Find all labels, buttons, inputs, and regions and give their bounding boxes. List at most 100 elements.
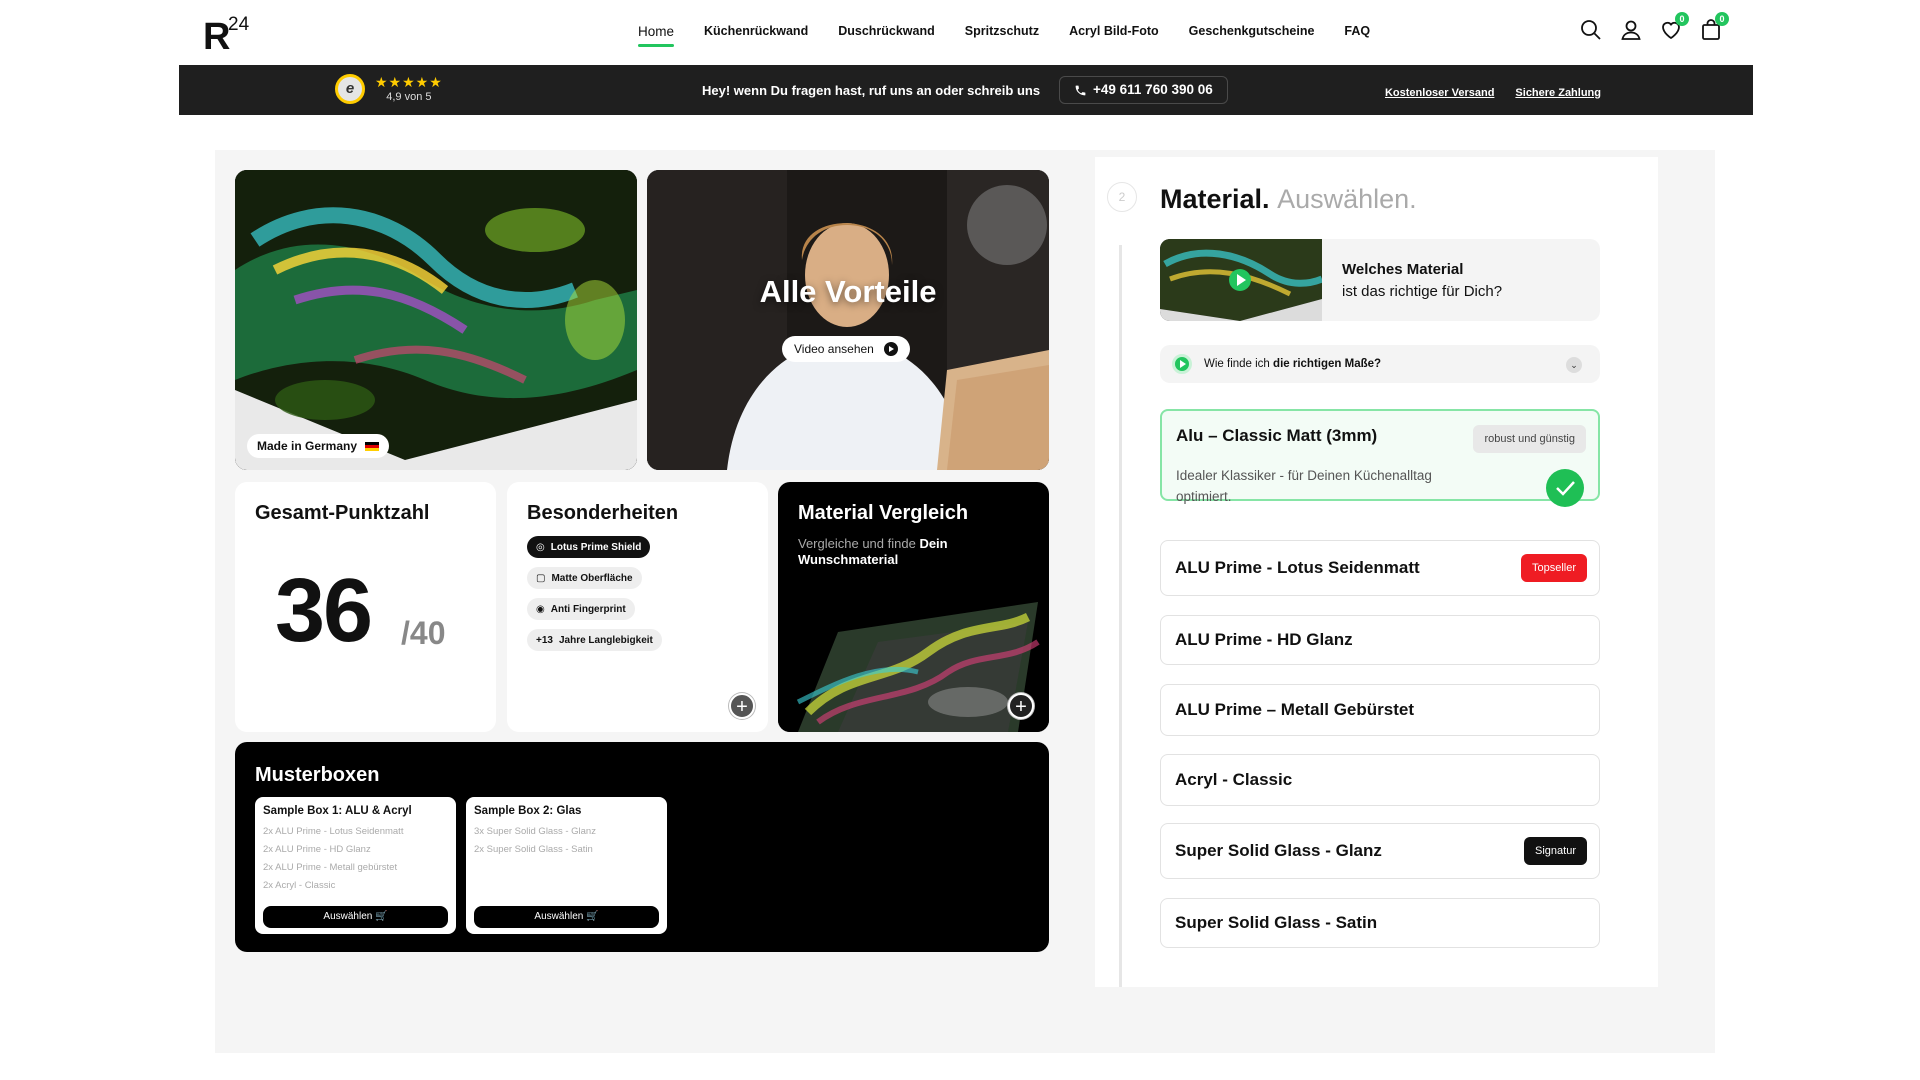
header-icons: 0 0 — [1579, 12, 1729, 42]
video-ansehen-button[interactable]: Video ansehen — [782, 336, 910, 362]
material-option-name: Super Solid Glass - Glanz — [1175, 841, 1382, 860]
nav-duschrueckwand[interactable]: Duschrückwand — [823, 18, 950, 47]
topseller-badge: Topseller — [1520, 554, 1587, 582]
link-kostenloser-versand[interactable]: Kostenloser Versand — [1385, 87, 1494, 99]
main-nav: Home Küchenrückwand Duschrückwand Spritz… — [623, 18, 1385, 47]
rating-text: 4,9 von 5 — [386, 91, 432, 103]
dimensions-help-accordion[interactable]: Wie finde ich die richtigen Maße? ⌄ — [1160, 345, 1600, 383]
material-help-video-card[interactable]: Welches Material ist das richtige für Di… — [1160, 239, 1600, 321]
material-option-description: Idealer Klassiker - für Deinen Küchenall… — [1176, 468, 1432, 504]
chameleon-glass-panel-image — [235, 170, 637, 470]
nav-geschenkgutscheine[interactable]: Geschenkgutscheine — [1174, 18, 1330, 47]
expand-comparison-button[interactable]: + — [1008, 693, 1034, 719]
material-video-thumbnail — [1160, 239, 1322, 321]
material-option-name: Alu – Classic Matt (3mm) — [1176, 426, 1378, 445]
logo[interactable]: R 24 — [203, 14, 249, 59]
step-line — [1119, 245, 1122, 987]
material-option-alu-prime-hd-glanz[interactable]: ALU Prime - HD Glanz — [1160, 615, 1600, 665]
sample-box-title: Sample Box 2: Glas — [474, 805, 582, 817]
rating-stars: ★★★★★ — [375, 74, 443, 90]
accordion-label-pre: Wie finde ich — [1204, 358, 1270, 370]
sample-box-item: 2x Super Solid Glass - Satin — [474, 844, 593, 855]
expand-features-button[interactable]: + — [729, 693, 755, 719]
material-option-name: ALU Prime - Lotus Seidenmatt — [1175, 558, 1420, 577]
made-in-germany-badge: Made in Germany — [247, 434, 390, 458]
heart-icon[interactable]: 0 — [1659, 12, 1689, 42]
material-comparison-card[interactable]: Material Vergleich Vergleiche und finde … — [778, 482, 1049, 732]
sample-box-item: 3x Super Solid Glass - Glanz — [474, 826, 596, 837]
video-hero-card[interactable]: Alle Vorteile Video ansehen — [647, 170, 1049, 470]
features-card: Besonderheiten ◎ Lotus Prime Shield ▢ Ma… — [507, 482, 768, 732]
material-option-super-solid-glass-glanz[interactable]: Super Solid Glass - Glanz Signatur — [1160, 823, 1600, 879]
nav-acryl-bild-foto[interactable]: Acryl Bild-Foto — [1054, 18, 1174, 47]
link-sichere-zahlung[interactable]: Sichere Zahlung — [1515, 87, 1601, 99]
sample-boxes-title: Musterboxen — [255, 764, 380, 786]
comparison-text: Vergleiche und finde Dein Wunschmaterial — [798, 536, 1018, 568]
search-icon[interactable] — [1579, 18, 1603, 42]
feature-chip-label: Jahre Langlebigkeit — [558, 634, 653, 646]
material-configurator: 2 Material. Auswählen. Welches Material … — [1095, 157, 1658, 987]
feature-chips: ◎ Lotus Prime Shield ▢ Matte Oberfläche … — [527, 536, 662, 651]
info-bar: e ★★★★★ 4,9 von 5 Hey! wenn Du fragen ha… — [179, 65, 1753, 115]
nav-spritzschutz[interactable]: Spritzschutz — [950, 18, 1054, 47]
nav-kuechenrueckwand[interactable]: Küchenrückwand — [689, 18, 823, 47]
feature-chip-label: Matte Oberfläche — [551, 572, 633, 584]
phone-icon — [1075, 85, 1086, 95]
material-option-name: ALU Prime – Metall Gebürstet — [1175, 700, 1415, 719]
score-card: Gesamt-Punktzahl 36 /40 — [235, 482, 496, 732]
select-sample-box-button[interactable]: Auswählen 🛒 — [263, 906, 448, 928]
help-card-title: Welches Material — [1342, 261, 1464, 278]
product-hero-image[interactable]: Made in Germany — [235, 170, 637, 470]
phone-number: +49 611 760 390 06 — [1093, 82, 1213, 97]
comparison-text-grey: Vergleiche und finde — [798, 536, 916, 551]
fingerprint-icon: ◉ — [536, 603, 545, 615]
sample-box-item: 2x Acryl - Classic — [263, 880, 336, 891]
title-light: Auswählen. — [1277, 184, 1417, 214]
material-option-alu-classic-matt[interactable]: Alu – Classic Matt (3mm) robust und güns… — [1160, 409, 1600, 507]
cart-count-badge: 0 — [1715, 12, 1729, 26]
material-option-super-solid-glass-satin[interactable]: Super Solid Glass - Satin — [1160, 898, 1600, 948]
help-card-subtitle: ist das richtige für Dich? — [1342, 283, 1503, 300]
score-value: 36 — [275, 561, 373, 661]
shield-icon: ◎ — [536, 541, 545, 553]
sample-box-item: 2x ALU Prime - Metall gebürstet — [263, 862, 398, 873]
material-option-alu-prime-lotus[interactable]: ALU Prime - Lotus Seidenmatt Topseller — [1160, 540, 1600, 596]
comparison-title: Material Vergleich — [798, 502, 969, 524]
feature-chip-label: Anti Fingerprint — [550, 603, 626, 615]
material-option-acryl-classic[interactable]: Acryl - Classic — [1160, 754, 1600, 806]
option-tag: robust und günstig — [1473, 425, 1586, 453]
site-header: R 24 Home Küchenrückwand Duschrückwand S… — [179, 0, 1753, 65]
wishlist-count-badge: 0 — [1675, 12, 1689, 26]
bag-icon[interactable]: 0 — [1699, 12, 1729, 42]
sample-box-2: Sample Box 2: Glas 3x Super Solid Glass … — [466, 797, 667, 934]
video-button-label: Video ansehen — [794, 342, 874, 356]
trusted-shops-emblem: e — [335, 74, 365, 104]
sample-boxes-section: Musterboxen Sample Box 1: ALU & Acryl 2x… — [235, 742, 1049, 952]
title-bold: Material. — [1160, 184, 1270, 214]
check-icon — [1546, 469, 1584, 507]
accordion-label: Wie finde ich die richtigen Maße? — [1204, 358, 1381, 370]
presenter-video-thumbnail — [647, 170, 1049, 470]
accordion-label-bold: die richtigen Maße? — [1273, 358, 1382, 370]
trust-rating[interactable]: e ★★★★★ 4,9 von 5 — [335, 74, 443, 104]
hero-title: Alle Vorteile — [759, 274, 937, 309]
sample-box-1: Sample Box 1: ALU & Acryl 2x ALU Prime -… — [255, 797, 456, 934]
step-number: 2 — [1107, 182, 1137, 212]
german-flag-icon — [365, 441, 380, 451]
phone-button[interactable]: +49 611 760 390 06 — [1059, 76, 1228, 104]
select-sample-box-button[interactable]: Auswählen 🛒 — [474, 906, 659, 928]
sample-box-item: 2x ALU Prime - Lotus Seidenmatt — [263, 826, 404, 837]
features-title: Besonderheiten — [527, 502, 679, 524]
user-icon[interactable] — [1619, 18, 1643, 42]
feature-chip: ▢ Matte Oberfläche — [527, 567, 642, 589]
material-option-alu-prime-metall[interactable]: ALU Prime – Metall Gebürstet — [1160, 684, 1600, 736]
nav-home[interactable]: Home — [623, 18, 689, 47]
play-icon — [883, 342, 898, 356]
matte-surface-icon: ▢ — [536, 572, 546, 584]
logo-letter: R — [203, 16, 230, 58]
signatur-badge: Signatur — [1524, 837, 1587, 865]
material-option-name: ALU Prime - HD Glanz — [1175, 630, 1353, 649]
configurator-title: Material. Auswählen. — [1160, 184, 1417, 215]
play-icon — [1172, 354, 1192, 374]
nav-faq[interactable]: FAQ — [1329, 18, 1385, 47]
